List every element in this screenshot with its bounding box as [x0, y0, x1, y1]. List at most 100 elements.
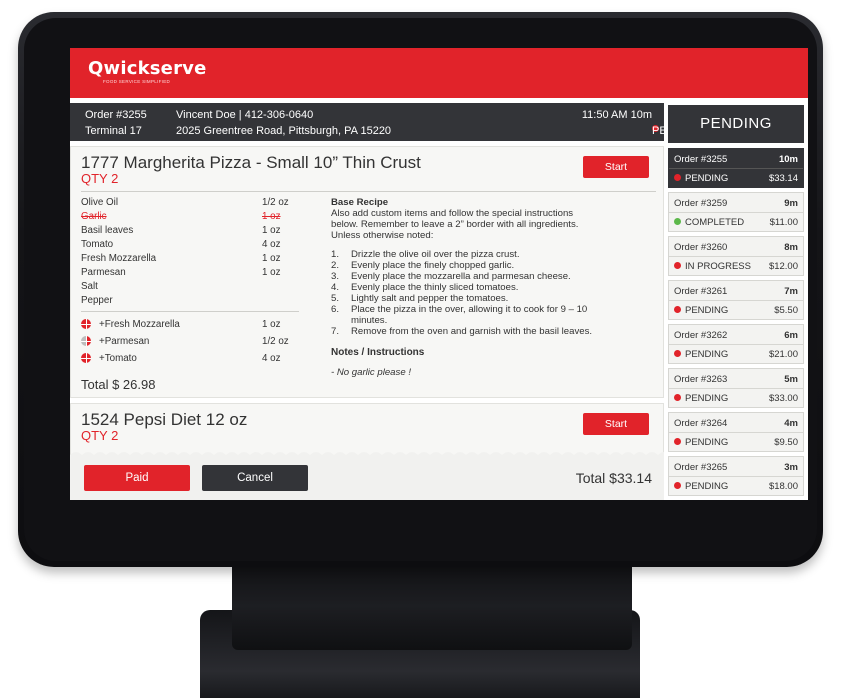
order-card-amount: $12.00	[768, 261, 798, 272]
recipe-intro-line: Also add custom items and follow the spe…	[331, 208, 574, 219]
order-card-number: Order #3264	[674, 418, 728, 429]
order-card-status-text: PENDING	[685, 305, 729, 316]
order-card-status-text: IN PROGRESS	[685, 261, 751, 272]
status-dot-icon	[674, 482, 681, 489]
notes-title: Notes / Instructions	[331, 347, 425, 358]
item-title: 1777 Margherita Pizza - Small 10” Thin C…	[81, 153, 421, 172]
order-card[interactable]: Order #3265 3m PENDING $18.00	[668, 456, 804, 496]
recipe-steps: 1. Drizzle the olive oil over the pizza c…	[331, 249, 661, 337]
divider	[669, 300, 803, 301]
order-card-elapsed: 3m	[784, 462, 798, 473]
order-card-status: PENDING	[674, 173, 728, 184]
divider	[669, 476, 803, 477]
order-card-status: PENDING	[674, 437, 728, 448]
order-card[interactable]: Order #3255 10m PENDING $33.14	[668, 148, 804, 188]
step-text: Evenly place the finely chopped garlic.	[351, 260, 515, 271]
order-time: 11:50 AM 10m	[581, 109, 652, 121]
extras-list: +Fresh Mozzarella 1 oz +Parmesan 1/2 oz +Tom…	[71, 319, 311, 369]
order-card[interactable]: Order #3260 8m IN PROGRESS $12.00	[668, 236, 804, 276]
order-card-elapsed: 9m	[784, 198, 798, 209]
recipe-step: minutes.	[331, 315, 661, 326]
order-card-number: Order #3265	[674, 462, 728, 473]
order-card[interactable]: Order #3262 6m PENDING $21.00	[668, 324, 804, 364]
ingredient-list: Olive Oil 1/2 oz Garlic 1 oz Basil leaves 1 o…	[71, 197, 311, 317]
order-info-bar: Order #3255 Terminal 17 Vincent Doe | 41…	[70, 103, 702, 141]
paid-button[interactable]: Paid	[84, 465, 190, 491]
divider	[669, 344, 803, 345]
item-qty: QTY 2	[81, 428, 119, 443]
order-card[interactable]: Order #3261 7m PENDING $5.50	[668, 280, 804, 320]
ingredient-amount: 1 oz	[262, 211, 281, 222]
ingredient-name: Basil leaves	[81, 225, 134, 236]
order-card-number: Order #3262	[674, 330, 728, 341]
divider	[669, 432, 803, 433]
order-card-elapsed: 5m	[784, 374, 798, 385]
order-card-elapsed: 4m	[784, 418, 798, 429]
extra-amount: 4 oz	[262, 353, 281, 364]
extra-topping-row: +Fresh Mozzarella 1 oz	[81, 319, 291, 332]
order-card-status-text: PENDING	[685, 481, 729, 492]
ingredient-name: Olive Oil	[81, 197, 119, 208]
terminal-label: Terminal 17	[85, 125, 142, 137]
order-card-amount: $5.50	[774, 305, 798, 316]
status-dot-icon	[674, 262, 681, 269]
order-card[interactable]: Order #3263 5m PENDING $33.00	[668, 368, 804, 408]
ingredient-row: Olive Oil 1/2 oz	[81, 197, 291, 210]
order-card-number: Order #3255	[674, 154, 728, 165]
step-text: Lightly salt and pepper the tomatoes.	[351, 293, 509, 304]
step-number: 4.	[331, 282, 340, 293]
order-card-status: COMPLETED	[674, 217, 744, 228]
ingredient-name: Salt	[81, 281, 98, 292]
order-card-amount: $11.00	[769, 217, 798, 228]
ingredient-row: Basil leaves 1 oz	[81, 225, 291, 238]
recipe-panel: Base Recipe Also add custom items and fo…	[331, 197, 661, 378]
customer-address: 2025 Greentree Road, Pittsburgh, PA 1522…	[176, 125, 392, 137]
extra-name: +Parmesan	[99, 336, 150, 347]
item-qty: QTY 2	[81, 171, 119, 186]
ingredient-amount: 1 oz	[262, 253, 281, 264]
half-portion-icon	[81, 336, 91, 346]
ingredient-row: Fresh Mozzarella 1 oz	[81, 253, 291, 266]
cancel-button[interactable]: Cancel	[202, 465, 308, 491]
ingredient-amount: 4 oz	[262, 239, 281, 250]
step-text: minutes.	[351, 315, 388, 326]
status-dot-icon	[674, 350, 681, 357]
step-text: Evenly place the mozzarella and parmesan…	[351, 271, 571, 282]
status-dot-icon	[674, 394, 681, 401]
ingredient-amount: 1/2 oz	[262, 197, 289, 208]
order-card[interactable]: Order #3259 9m COMPLETED $11.00	[668, 192, 804, 232]
start-button[interactable]: Start	[583, 156, 649, 178]
ingredient-amount: 1 oz	[262, 267, 281, 278]
order-card[interactable]: Order #3264 4m PENDING $9.50	[668, 412, 804, 452]
logo-text: Qwickserve	[88, 58, 207, 79]
extra-amount: 1 oz	[262, 319, 281, 330]
order-card-number: Order #3263	[674, 374, 728, 385]
divider	[81, 191, 656, 192]
status-filter-header[interactable]: PENDING	[668, 105, 804, 143]
recipe-step: 6. Place the pizza in the over, allowing …	[331, 304, 661, 315]
order-card-amount: $18.00	[768, 481, 798, 492]
status-dot-icon	[674, 218, 681, 225]
order-total: Total $33.14	[575, 470, 652, 486]
order-card-status: PENDING	[674, 393, 728, 404]
status-dot-icon	[674, 174, 681, 181]
order-card-status-text: PENDING	[685, 437, 729, 448]
step-number: 5.	[331, 293, 340, 304]
recipe-intro-line: Unless otherwise noted:	[331, 230, 434, 241]
item-total: Total $ 26.98	[81, 377, 156, 392]
step-number: 2.	[331, 260, 340, 271]
order-card-amount: $21.00	[768, 349, 798, 360]
header-wave-edge	[70, 88, 808, 97]
recipe-title: Base Recipe	[331, 197, 389, 208]
ingredient-name: Parmesan	[81, 267, 126, 278]
recipe-step: 2. Evenly place the finely chopped garlic…	[331, 260, 661, 271]
order-card-number: Order #3261	[674, 286, 728, 297]
extra-topping-row: +Tomato 4 oz	[81, 353, 291, 366]
step-text: Place the pizza in the over, allowing it…	[351, 304, 588, 315]
step-number: 1.	[331, 249, 340, 260]
order-card-status: IN PROGRESS	[674, 261, 751, 272]
start-button[interactable]: Start	[583, 413, 649, 435]
order-card-status: PENDING	[674, 305, 728, 316]
logo-tagline: FOOD SERVICE SIMPLIFIED	[103, 79, 171, 84]
order-card-status-text: COMPLETED	[685, 217, 745, 228]
